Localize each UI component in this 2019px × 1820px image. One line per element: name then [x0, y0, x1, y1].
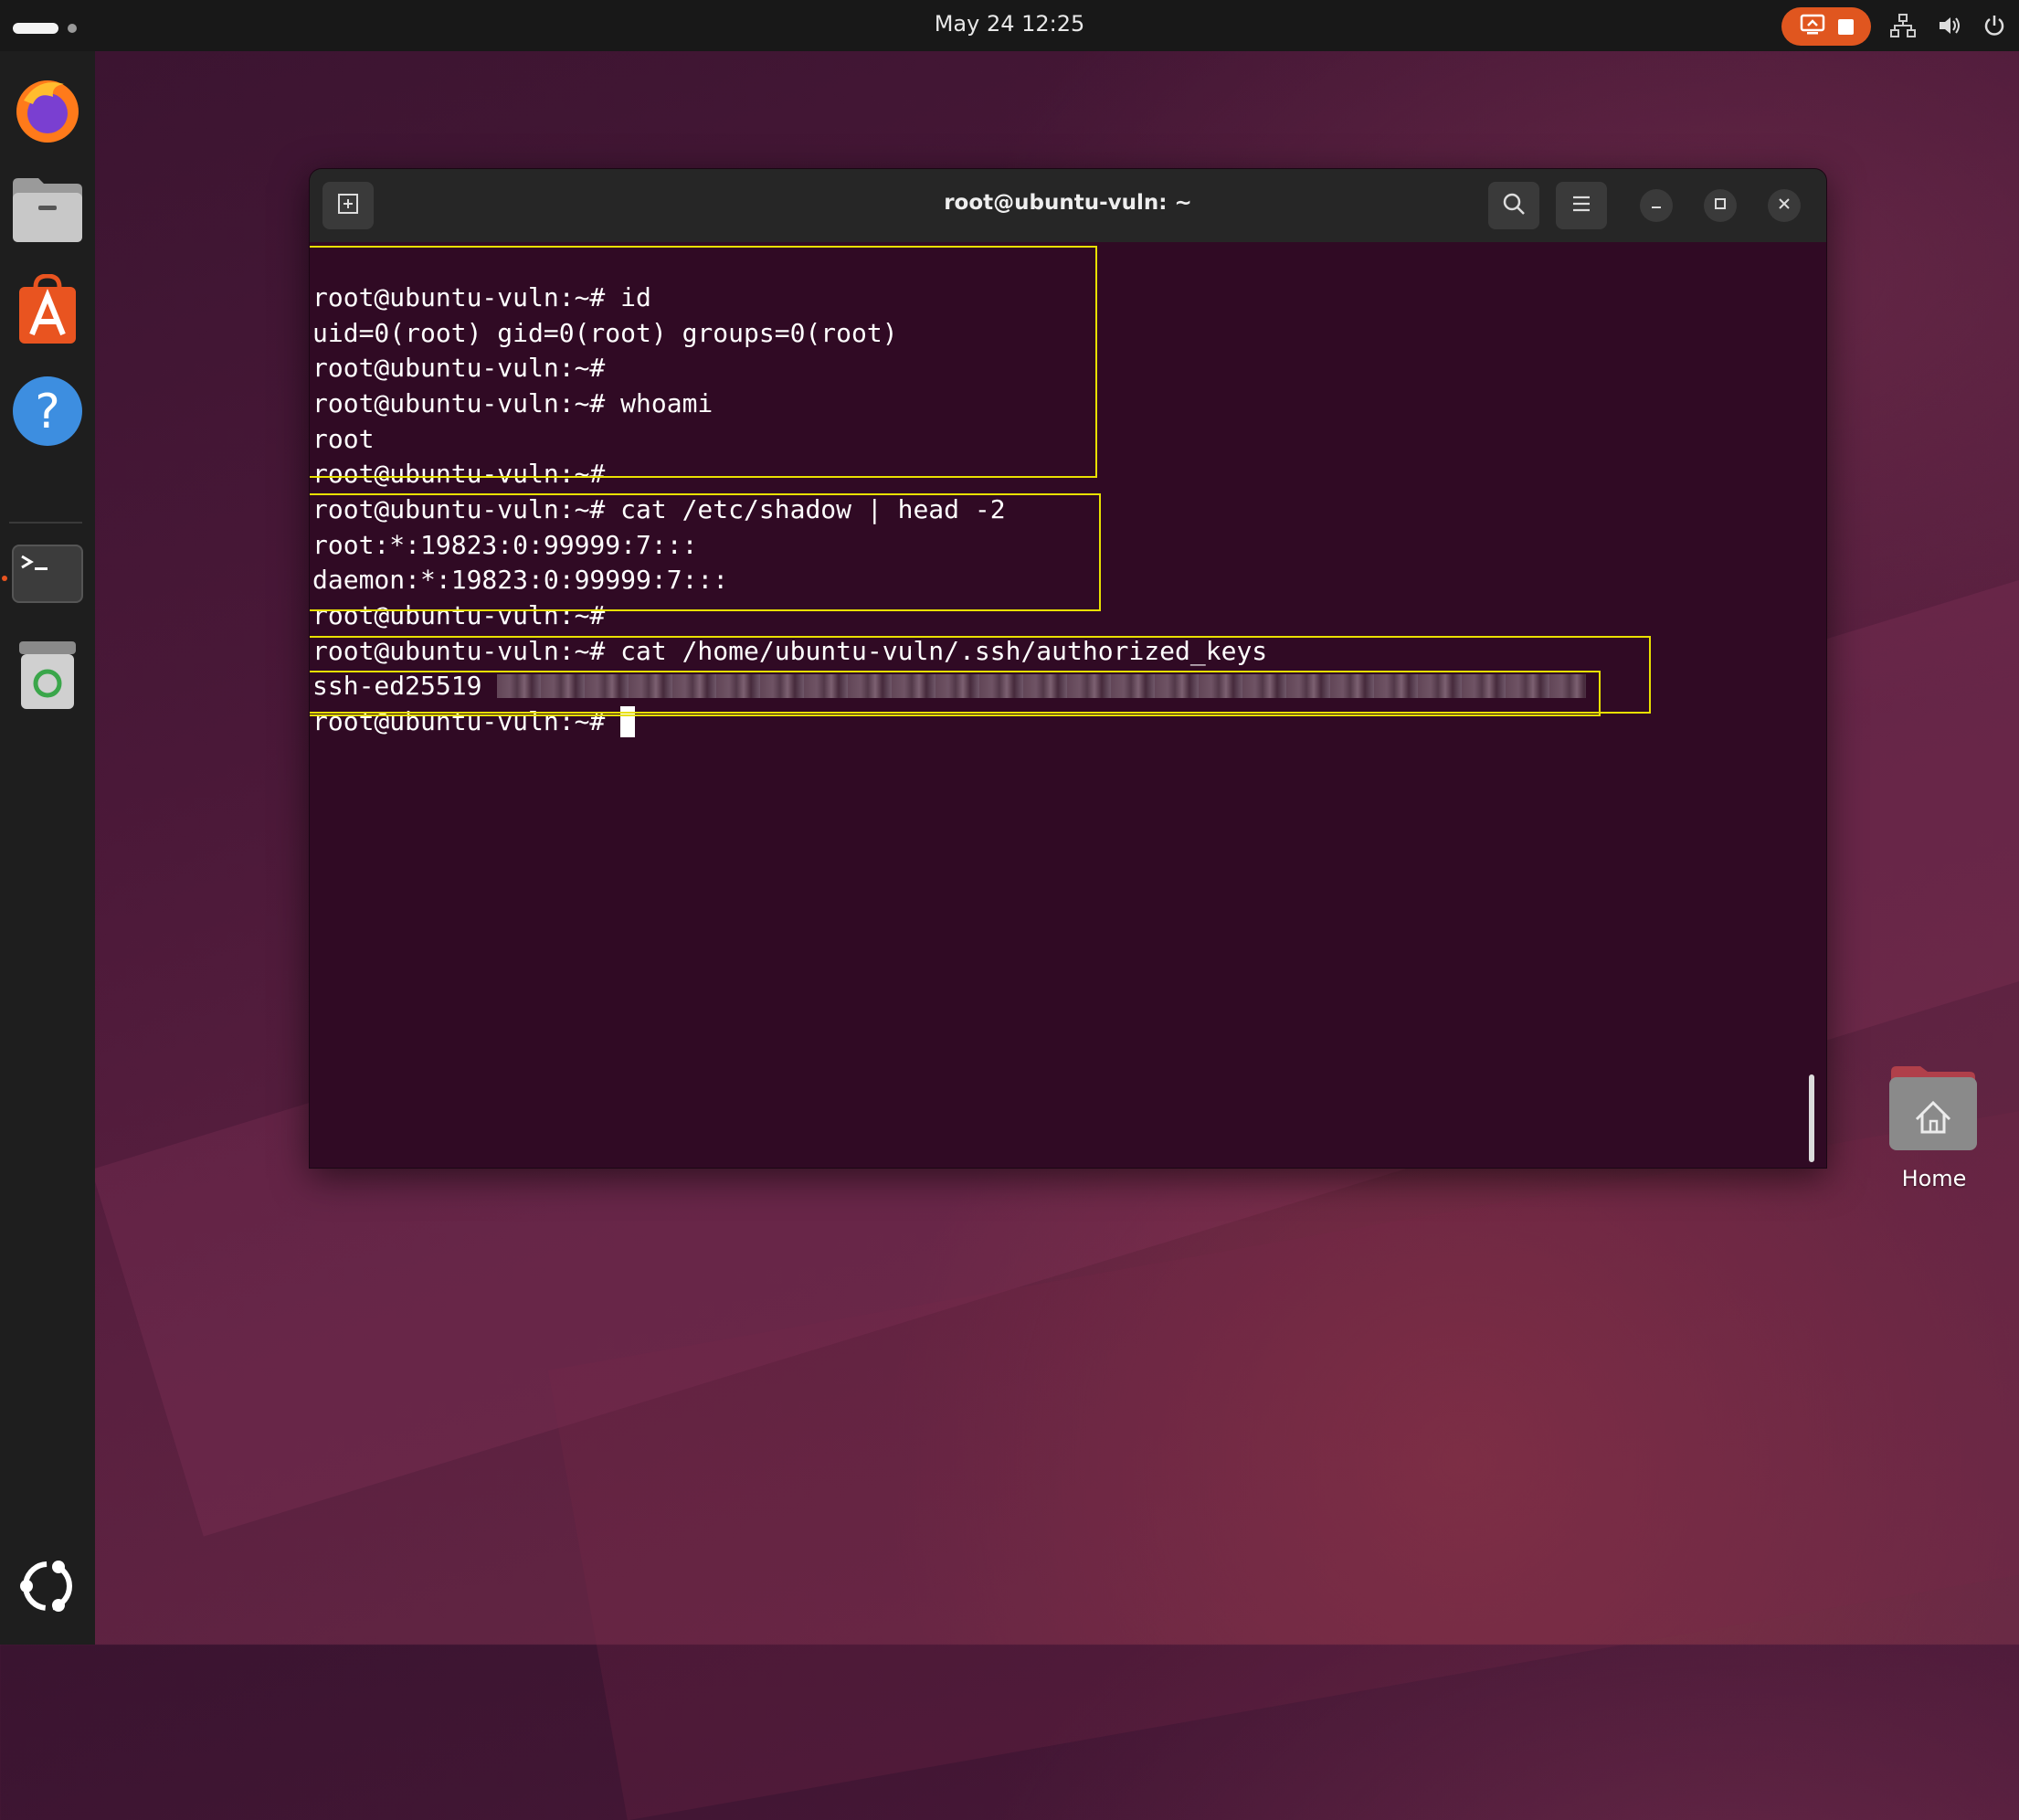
terminal-window[interactable]: root@ubuntu-vuln: ~ root@ubuntu-vuln:~# …: [309, 168, 1827, 1169]
workspace-indicator-active: [13, 23, 58, 34]
terminal-line: root@ubuntu-vuln:~#: [312, 459, 606, 489]
screen-share-indicator[interactable]: [1781, 7, 1871, 46]
maximize-button[interactable]: [1704, 189, 1737, 222]
minimize-icon: [1649, 196, 1664, 215]
terminal-line: root@ubuntu-vuln:~#: [312, 600, 606, 630]
svg-text:?: ?: [35, 385, 60, 439]
activities-button[interactable]: [13, 20, 77, 37]
top-bar: May 24 12:25: [0, 0, 2019, 51]
volume-icon: [1937, 14, 1962, 37]
terminal-line: root:*:19823:0:99999:7:::: [312, 530, 698, 560]
home-folder[interactable]: [1886, 1063, 1981, 1154]
terminal-line: ssh-ed25519: [312, 669, 1587, 704]
close-button[interactable]: [1768, 189, 1801, 222]
terminal-output[interactable]: root@ubuntu-vuln:~# id uid=0(root) gid=0…: [310, 242, 1826, 1168]
screen-share-icon: [1800, 14, 1825, 39]
terminal-line: root@ubuntu-vuln:~# cat /home/ubuntu-vul…: [312, 636, 1268, 666]
terminal-icon: [11, 544, 84, 608]
firefox-icon: [11, 73, 84, 150]
dock-show-apps[interactable]: [0, 1540, 95, 1635]
search-button[interactable]: [1488, 182, 1539, 229]
dock-terminal[interactable]: [0, 528, 95, 623]
workspace-indicator: [68, 24, 77, 33]
terminal-prompt-line: root@ubuntu-vuln:~#: [312, 704, 636, 739]
dock-app-center[interactable]: [0, 265, 95, 360]
ubuntu-logo-icon: [16, 1554, 79, 1622]
prompt: root@ubuntu-vuln:~#: [312, 706, 606, 736]
dock-trash[interactable]: [0, 629, 95, 724]
home-folder-icon: [1886, 1066, 1981, 1158]
clock: May 24 12:25: [0, 11, 2019, 37]
stop-recording-icon[interactable]: [1837, 18, 1854, 35]
clock-label[interactable]: May 24 12:25: [935, 11, 1085, 37]
help-icon: ?: [11, 375, 84, 451]
files-icon: [11, 176, 84, 248]
app-center-icon: [16, 273, 79, 351]
key-type: ssh-ed25519: [312, 671, 482, 701]
terminal-scrollbar[interactable]: [1809, 1074, 1814, 1162]
trash-icon: [16, 638, 79, 714]
dock-firefox[interactable]: [0, 64, 95, 159]
dock-separator: [9, 522, 82, 524]
terminal-line: root@ubuntu-vuln:~#: [312, 353, 606, 383]
power-icon: [1982, 14, 2006, 37]
system-tray[interactable]: [1889, 13, 2006, 38]
dock: ?: [0, 51, 95, 1645]
search-icon: [1501, 191, 1527, 220]
maximize-icon: [1713, 196, 1728, 215]
dock-files[interactable]: [0, 164, 95, 259]
hamburger-menu-icon: [1570, 194, 1592, 217]
terminal-line: root: [312, 424, 375, 454]
terminal-line: daemon:*:19823:0:99999:7:::: [312, 565, 729, 595]
home-folder-label: Home: [1901, 1166, 1967, 1191]
minimize-button[interactable]: [1640, 189, 1673, 222]
dock-help[interactable]: ?: [0, 365, 95, 460]
text-cursor: [620, 706, 636, 737]
terminal-line: root@ubuntu-vuln:~# whoami: [312, 388, 714, 418]
terminal-line: uid=0(root) gid=0(root) groups=0(root): [312, 318, 898, 348]
terminal-line: root@ubuntu-vuln:~# id: [312, 282, 651, 312]
redacted-key: [497, 674, 1587, 698]
network-wired-icon: [1889, 13, 1917, 38]
terminal-header-bar[interactable]: root@ubuntu-vuln: ~: [310, 169, 1826, 242]
terminal-line: root@ubuntu-vuln:~# cat /etc/shadow | he…: [312, 494, 1006, 524]
close-icon: [1777, 196, 1792, 215]
menu-button[interactable]: [1556, 182, 1607, 229]
